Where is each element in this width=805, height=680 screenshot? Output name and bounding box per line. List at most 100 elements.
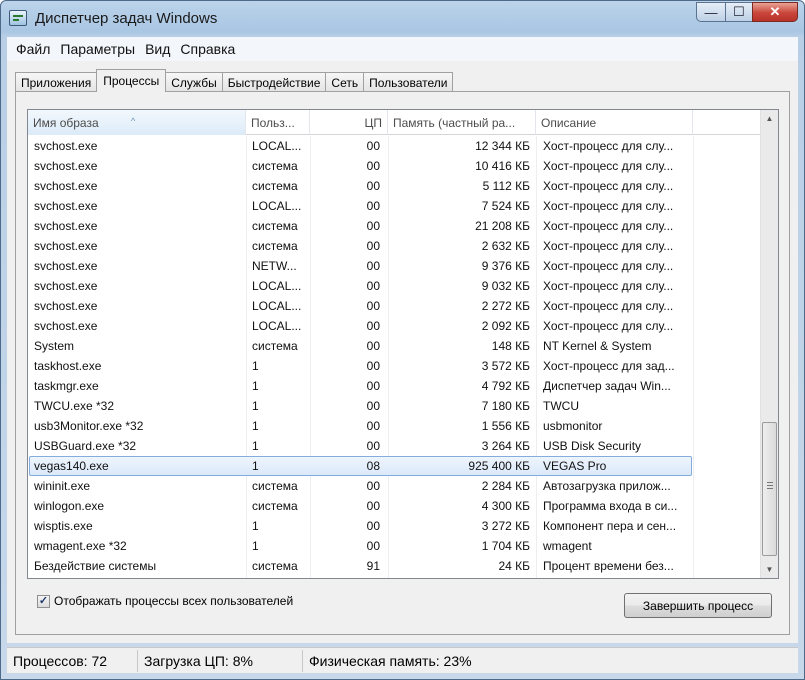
table-row[interactable]: TWCU.exe *32 1 00 7 180 КБ TWCU bbox=[28, 396, 761, 416]
minimize-button[interactable]: — bbox=[696, 2, 725, 22]
process-name: svchost.exe bbox=[34, 159, 98, 173]
scroll-down-arrow-icon[interactable]: ▼ bbox=[761, 561, 778, 578]
process-name: svchost.exe bbox=[34, 279, 98, 293]
menu-view[interactable]: Вид bbox=[140, 41, 175, 57]
process-name: wisptis.exe bbox=[34, 519, 93, 533]
process-cpu: 00 bbox=[366, 219, 380, 233]
table-row[interactable]: svchost.exe система 00 5 112 КБ Хост-процесс… bbox=[28, 176, 761, 196]
table-row[interactable]: wisptis.exe 1 00 3 272 КБ Компонент пера и с… bbox=[28, 516, 761, 536]
show-all-users-checkbox[interactable]: ✓ bbox=[37, 594, 50, 608]
process-cpu: 00 bbox=[366, 239, 380, 253]
process-memory: 925 400 КБ bbox=[468, 459, 530, 473]
table-row[interactable]: svchost.exe система 00 10 416 КБ Хост-процес… bbox=[28, 156, 761, 176]
process-user: система bbox=[252, 179, 298, 193]
process-name: USBGuard.exe *32 bbox=[34, 439, 137, 453]
column-description[interactable]: Описание bbox=[536, 110, 693, 135]
process-memory: 24 КБ bbox=[498, 559, 530, 573]
process-user: LOCAL... bbox=[252, 199, 302, 213]
table-row[interactable]: System система 00 148 КБ NT Kernel & System bbox=[28, 336, 761, 356]
table-row[interactable]: svchost.exe LOCAL... 00 7 524 КБ Хост-процес… bbox=[28, 196, 761, 216]
process-name: taskmgr.exe bbox=[34, 379, 99, 393]
process-cpu: 00 bbox=[366, 299, 380, 313]
process-memory: 2 632 КБ bbox=[481, 239, 530, 253]
table-row[interactable]: svchost.exe LOCAL... 00 2 092 КБ Хост-процес… bbox=[28, 316, 761, 336]
close-button[interactable]: ✕ bbox=[752, 2, 798, 22]
table-row-selected[interactable]: vegas140.exe 1 08 925 400 КБ VEGAS Pro bbox=[28, 456, 761, 476]
process-list[interactable]: ^ Имя образа Польз... ЦП Память (частный… bbox=[27, 109, 779, 579]
process-cpu: 00 bbox=[366, 399, 380, 413]
tab-networking[interactable]: Сеть bbox=[325, 72, 365, 92]
process-memory: 5 112 КБ bbox=[482, 179, 530, 193]
status-physical-memory: Физическая память: 23% bbox=[309, 652, 472, 669]
table-row[interactable]: wmagent.exe *32 1 00 1 704 КБ wmagent bbox=[28, 536, 761, 556]
table-row[interactable]: usb3Monitor.exe *32 1 00 1 556 КБ usbmonitor bbox=[28, 416, 761, 436]
table-row[interactable]: svchost.exe LOCAL... 00 2 272 КБ Хост-процес… bbox=[28, 296, 761, 316]
show-all-users-option[interactable]: ✓ Отображать процессы всех пользователей bbox=[37, 594, 293, 608]
tab-users[interactable]: Пользователи bbox=[363, 72, 454, 92]
process-memory: 2 092 КБ bbox=[481, 319, 530, 333]
status-process-count: Процессов: 72 bbox=[7, 649, 138, 672]
process-description: NT Kernel & System bbox=[543, 339, 652, 353]
tab-strip: Приложения Процессы Службы Быстродействи… bbox=[15, 69, 454, 92]
table-row[interactable]: svchost.exe LOCAL... 00 9 032 КБ Хост-процес… bbox=[28, 276, 761, 296]
process-description: usbmonitor bbox=[543, 419, 603, 433]
column-cpu[interactable]: ЦП bbox=[310, 110, 388, 135]
process-cpu: 00 bbox=[366, 499, 380, 513]
process-name: svchost.exe bbox=[34, 199, 98, 213]
process-user: 1 bbox=[252, 399, 259, 413]
process-cpu: 00 bbox=[366, 539, 380, 553]
column-image-name[interactable]: ^ Имя образа bbox=[28, 110, 246, 135]
process-name: taskhost.exe bbox=[34, 359, 102, 373]
tab-processes[interactable]: Процессы bbox=[96, 69, 167, 92]
process-name: svchost.exe bbox=[34, 139, 98, 153]
tab-performance[interactable]: Быстродействие bbox=[221, 72, 327, 92]
table-row[interactable]: wininit.exe система 00 2 284 КБ Автозагрузка… bbox=[28, 476, 761, 496]
menu-options[interactable]: Параметры bbox=[55, 41, 140, 57]
title-bar[interactable]: Диспетчер задач Windows — ☐ ✕ bbox=[1, 1, 804, 36]
process-user: 1 bbox=[252, 419, 259, 433]
process-cpu: 91 bbox=[366, 559, 380, 573]
process-description: Хост-процесс для зад... bbox=[543, 359, 675, 373]
process-cpu: 00 bbox=[366, 179, 380, 193]
process-description: Хост-процесс для слу... bbox=[543, 279, 674, 293]
tab-applications[interactable]: Приложения bbox=[15, 72, 98, 92]
end-process-button[interactable]: Завершить процесс bbox=[624, 593, 772, 618]
process-name: svchost.exe bbox=[34, 179, 98, 193]
process-description: Хост-процесс для слу... bbox=[543, 179, 674, 193]
process-user: система bbox=[252, 479, 298, 493]
menu-file[interactable]: Файл bbox=[11, 41, 55, 57]
table-row[interactable]: Бездействие системы система 91 24 КБ Процент… bbox=[28, 556, 761, 576]
process-description: Хост-процесс для слу... bbox=[543, 139, 674, 153]
process-list-scrollbar[interactable]: ▲ ▼ bbox=[760, 110, 778, 578]
process-description: Хост-процесс для слу... bbox=[543, 259, 674, 273]
table-row[interactable]: svchost.exe LOCAL... 00 12 344 КБ Хост-проце… bbox=[28, 136, 761, 156]
process-user: 1 bbox=[252, 439, 259, 453]
process-name: svchost.exe bbox=[34, 299, 98, 313]
process-description: Хост-процесс для слу... bbox=[543, 319, 674, 333]
process-cpu: 00 bbox=[366, 519, 380, 533]
column-memory[interactable]: Память (частный ра... bbox=[388, 110, 536, 135]
process-name: svchost.exe bbox=[34, 259, 98, 273]
menu-bar: Файл Параметры Вид Справка bbox=[7, 37, 798, 61]
tab-services[interactable]: Службы bbox=[165, 72, 223, 92]
process-user: система bbox=[252, 499, 298, 513]
table-row[interactable]: svchost.exe NETW... 00 9 376 КБ Хост-процесс… bbox=[28, 256, 761, 276]
scrollbar-thumb[interactable] bbox=[762, 422, 777, 556]
process-cpu: 00 bbox=[366, 259, 380, 273]
column-user[interactable]: Польз... bbox=[246, 110, 310, 135]
process-memory: 2 272 КБ bbox=[481, 299, 530, 313]
table-row[interactable]: USBGuard.exe *32 1 00 3 264 КБ USB Disk Secu… bbox=[28, 436, 761, 456]
maximize-button[interactable]: ☐ bbox=[725, 2, 752, 22]
task-manager-app-icon bbox=[9, 10, 27, 26]
table-row[interactable]: svchost.exe система 00 2 632 КБ Хост-процесс… bbox=[28, 236, 761, 256]
table-row[interactable]: taskhost.exe 1 00 3 572 КБ Хост-процесс для … bbox=[28, 356, 761, 376]
process-user: 1 bbox=[252, 459, 259, 473]
process-memory: 1 704 КБ bbox=[481, 539, 530, 553]
table-row[interactable]: winlogon.exe система 00 4 300 КБ Программа в… bbox=[28, 496, 761, 516]
menu-help[interactable]: Справка bbox=[175, 41, 240, 57]
scroll-up-arrow-icon[interactable]: ▲ bbox=[761, 110, 778, 127]
table-row[interactable]: taskmgr.exe 1 00 4 792 КБ Диспетчер задач Wi… bbox=[28, 376, 761, 396]
column-image-name-label: Имя образа bbox=[33, 116, 99, 130]
process-cpu: 00 bbox=[366, 159, 380, 173]
table-row[interactable]: svchost.exe система 00 21 208 КБ Хост-процес… bbox=[28, 216, 761, 236]
